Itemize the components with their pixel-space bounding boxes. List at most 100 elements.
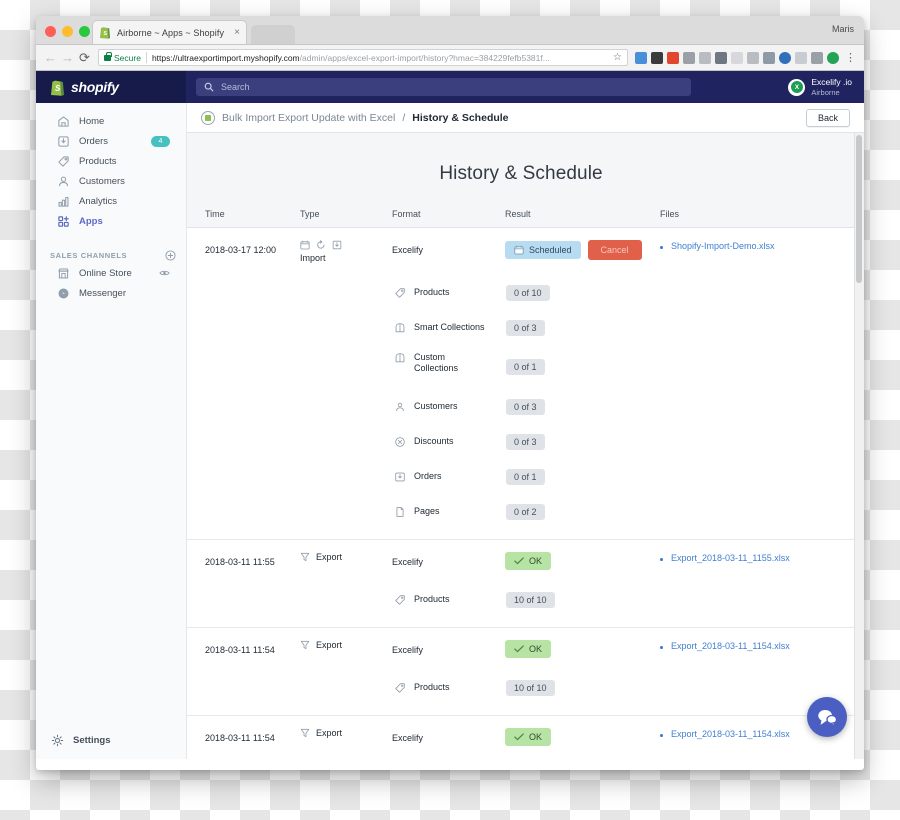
browser-menu-icon[interactable]: ⋮ xyxy=(843,52,858,63)
row-files: Export_2018-03-11_1154.xlsx xyxy=(660,640,855,654)
table-subrow: Products 10 of 10 xyxy=(187,670,855,705)
check-icon xyxy=(514,557,524,565)
svg-icon[interactable] xyxy=(779,51,791,64)
row-type-icons xyxy=(300,240,392,250)
row-time: 2018-03-17 12:00 xyxy=(205,245,277,255)
customers-icon xyxy=(56,175,70,188)
shopify-wordmark: shopify xyxy=(71,79,119,95)
sidebar-item-products[interactable]: Products xyxy=(42,151,180,171)
sidebar-item-settings[interactable]: Settings xyxy=(36,734,186,747)
svg-text:S: S xyxy=(103,31,107,37)
chat-bubble-icon[interactable] xyxy=(807,697,847,737)
bookmark-star-icon[interactable]: ☆ xyxy=(609,52,622,63)
breadcrumb-app-name[interactable]: Bulk Import Export Update with Excel xyxy=(222,112,395,124)
eye-icon[interactable] xyxy=(159,269,170,277)
mail-icon[interactable] xyxy=(699,51,711,64)
home-icon xyxy=(56,115,70,128)
sidebar-item-label: Home xyxy=(79,115,105,127)
minimize-window-button[interactable] xyxy=(62,26,73,37)
comet-icon[interactable] xyxy=(811,51,823,64)
column-header-format: Format xyxy=(392,209,421,219)
search-input[interactable]: Search xyxy=(196,78,691,96)
store-icon xyxy=(56,267,70,280)
apps-icon xyxy=(56,215,70,228)
back-button[interactable]: Back xyxy=(805,108,850,127)
account-menu[interactable]: X Excelify .io Airborne xyxy=(788,77,864,97)
subrow-entity: Products xyxy=(393,583,504,616)
row-time: 2018-03-11 11:55 xyxy=(205,557,275,567)
row-files: Shopify-Import-Demo.xlsx xyxy=(660,240,855,254)
reload-icon[interactable]: ⟳ xyxy=(76,49,93,66)
sidebar-item-analytics[interactable]: Analytics xyxy=(42,191,180,211)
file-link[interactable]: Shopify-Import-Demo.xlsx xyxy=(671,241,775,251)
page-icon xyxy=(393,506,407,518)
vertical-scrollbar[interactable] xyxy=(854,133,864,759)
status-badge-label: Scheduled xyxy=(529,245,572,255)
subrow-label: Customers xyxy=(414,401,458,412)
close-window-button[interactable] xyxy=(45,26,56,37)
window-controls[interactable] xyxy=(45,26,90,37)
column-header-result: Result xyxy=(505,209,531,219)
table-row[interactable]: 2018-03-11 11:54 Export Excelify OK Expo… xyxy=(187,715,855,758)
speaker-icon[interactable] xyxy=(747,51,759,64)
table-row[interactable]: 2018-03-17 12:00 Import Excelify Schedul… xyxy=(187,227,855,275)
file-link[interactable]: Export_2018-03-11_1155.xlsx xyxy=(671,553,790,563)
close-tab-icon[interactable]: × xyxy=(234,27,240,38)
browser-window: S Airborne ~ Apps ~ Shopify × Maris ← → … xyxy=(36,16,864,770)
add-channel-icon[interactable] xyxy=(165,249,176,261)
sidebar-item-messenger[interactable]: Messenger xyxy=(42,283,180,303)
table-row[interactable]: 2018-03-11 11:55 Export Excelify OK Expo… xyxy=(187,539,855,582)
global-search-wrap: Search xyxy=(186,78,788,96)
column-header-files: Files xyxy=(660,209,680,219)
products-tag-icon xyxy=(393,594,407,606)
sidebar-item-online-store[interactable]: Online Store xyxy=(42,263,180,283)
list-item: Shopify-Import-Demo.xlsx xyxy=(660,240,855,254)
export-icon xyxy=(300,728,310,738)
address-bar[interactable]: Secure https://ultraexportimport.myshopi… xyxy=(98,49,628,66)
shopify-logo[interactable]: S shopify xyxy=(36,71,186,103)
back-icon[interactable]: ← xyxy=(42,49,59,66)
new-tab-area[interactable] xyxy=(251,25,295,44)
screenshot-icon[interactable] xyxy=(683,51,695,64)
calendar-icon xyxy=(514,245,524,255)
row-format: Excelify xyxy=(392,245,424,255)
sidebar-item-orders[interactable]: Orders 4 xyxy=(42,131,180,151)
tab-icon[interactable] xyxy=(731,51,743,64)
history-scroll-area: History & Schedule Time Type Format Resu… xyxy=(187,133,855,759)
filter-icon[interactable] xyxy=(763,51,775,64)
browser-profile-name[interactable]: Maris xyxy=(832,24,854,34)
forward-icon[interactable]: → xyxy=(59,49,76,66)
excel-extension-icon[interactable] xyxy=(635,51,647,64)
table-subrow: Products 0 of 10 xyxy=(187,275,855,310)
products-tag-icon xyxy=(393,287,407,299)
account-store: Airborne xyxy=(811,87,840,97)
cancel-button[interactable]: Cancel xyxy=(587,240,642,260)
status-badge: OK xyxy=(505,552,552,570)
sidebar-item-customers[interactable]: Customers xyxy=(42,171,180,191)
list-item: Export_2018-03-11_1154.xlsx xyxy=(660,640,855,654)
save-page-icon[interactable] xyxy=(651,51,663,64)
discount-icon xyxy=(393,436,407,448)
url-path: /admin/apps/excel-export-import/history?… xyxy=(299,52,550,63)
sidebar-item-label: Analytics xyxy=(79,195,118,207)
g-icon[interactable] xyxy=(827,51,839,64)
sidebar-item-home[interactable]: Home xyxy=(42,111,180,131)
sidebar-item-label: Online Store xyxy=(79,267,132,279)
subrow-label: Custom Collections xyxy=(414,352,459,373)
file-link[interactable]: Export_2018-03-11_1154.xlsx xyxy=(671,641,790,651)
list-item: Export_2018-03-11_1155.xlsx xyxy=(660,552,855,566)
sidebar: Home Orders 4 Products Customers Analyti… xyxy=(36,103,187,759)
cloud-icon[interactable] xyxy=(795,51,807,64)
browser-tab[interactable]: S Airborne ~ Apps ~ Shopify × xyxy=(92,20,247,44)
adblock-icon[interactable] xyxy=(667,51,679,64)
maximize-window-button[interactable] xyxy=(79,26,90,37)
subrow-count: 0 of 10 xyxy=(506,284,550,301)
sidebar-item-apps[interactable]: Apps xyxy=(42,211,180,231)
file-link[interactable]: Export_2018-03-11_1154.xlsx xyxy=(671,729,790,739)
table-row[interactable]: 2018-03-11 11:54 Export Excelify OK Expo… xyxy=(187,627,855,670)
subrow-count: 0 of 2 xyxy=(506,503,545,520)
customers-icon xyxy=(393,401,407,413)
subrow-count: 0 of 3 xyxy=(506,398,545,415)
scrollbar-thumb[interactable] xyxy=(856,135,862,283)
pin-icon[interactable] xyxy=(715,51,727,64)
